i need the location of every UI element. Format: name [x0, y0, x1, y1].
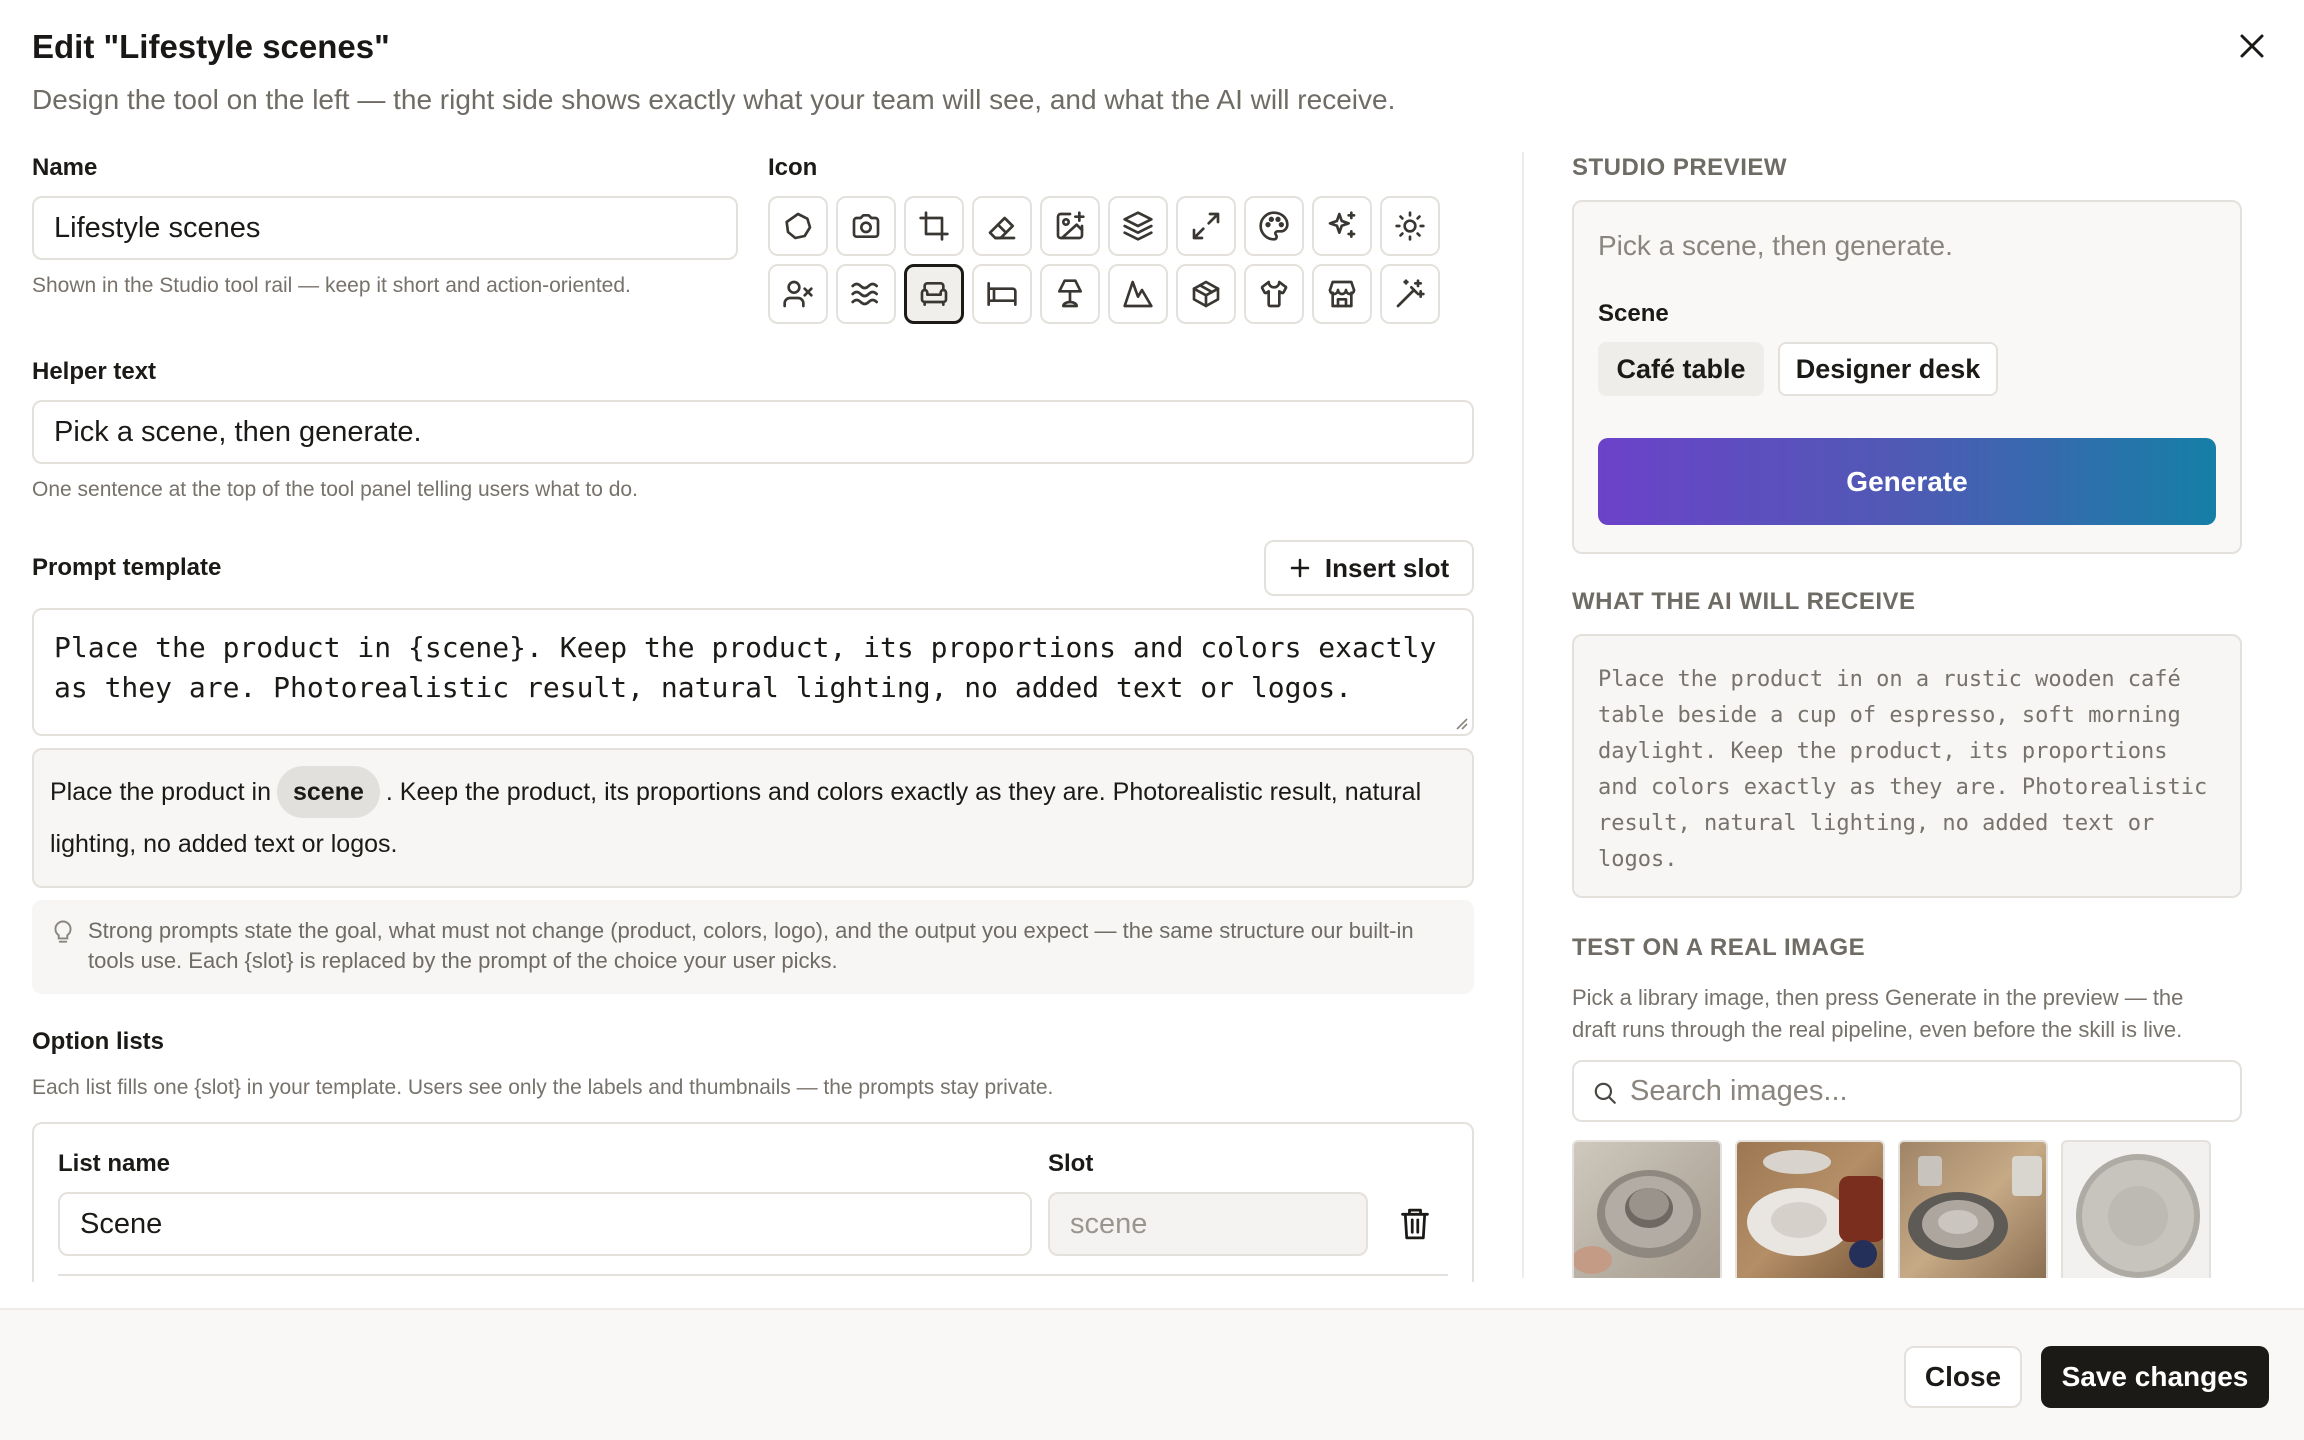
helper-input-value: Pick a scene, then generate. — [54, 415, 422, 448]
list-divider — [58, 1274, 1448, 1276]
name-hint: Shown in the Studio tool rail — keep it … — [32, 274, 631, 297]
save-changes-button[interactable]: Save changes — [2041, 1346, 2269, 1408]
expand-icon[interactable] — [1176, 196, 1236, 256]
option-lists-label: Option lists — [32, 1028, 164, 1055]
palette-icon[interactable] — [1244, 196, 1304, 256]
icon-label: Icon — [768, 154, 818, 181]
prompt-label: Prompt template — [32, 554, 222, 581]
prompt-template-line-1: Place the product in {scene}. Keep the p… — [54, 631, 1437, 664]
sun-icon[interactable] — [1380, 196, 1440, 256]
studio-helper-text: Pick a scene, then generate. — [1598, 230, 1953, 261]
dialog-subtitle: Design the tool on the left — the right … — [32, 84, 1396, 115]
dialog-title: Edit "Lifestyle scenes" — [32, 28, 390, 65]
scene-option-designer-desk[interactable]: Designer desk — [1778, 342, 1998, 396]
slot-label: Slot — [1048, 1150, 1094, 1177]
edit-tool-dialog: Edit "Lifestyle scenes" Design the tool … — [0, 0, 2304, 1440]
ai-receive-line: table beside a cup of espresso, soft mor… — [1598, 703, 2181, 728]
helper-label: Helper text — [32, 358, 157, 385]
mountain-icon[interactable] — [1108, 264, 1168, 324]
column-divider — [1522, 152, 1524, 1278]
waves-icon[interactable] — [836, 264, 896, 324]
library-image-thumbnail[interactable] — [1735, 1140, 1885, 1278]
layers-icon[interactable] — [1108, 196, 1168, 256]
helper-hint: One sentence at the top of the tool pane… — [32, 478, 638, 501]
studio-preview-heading: STUDIO PREVIEW — [1572, 154, 1788, 181]
armchair-icon[interactable] — [904, 264, 964, 324]
close-icon[interactable] — [2232, 26, 2272, 66]
prompt-template-line-2: as they are. Photorealistic result, natu… — [54, 671, 1353, 704]
trash-icon[interactable] — [1398, 1206, 1432, 1242]
crop-icon[interactable] — [904, 196, 964, 256]
prompt-preview-before: Place the product in — [50, 778, 271, 806]
name-label: Name — [32, 154, 98, 181]
library-image-thumbnail[interactable] — [2061, 1140, 2211, 1278]
ai-receive-line: result, natural lighting, no added text … — [1598, 811, 2155, 836]
sparkles-icon[interactable] — [1312, 196, 1372, 256]
prompt-preview: Place the product in scene. Keep the prod… — [32, 748, 1474, 888]
image-search-placeholder: Search images... — [1630, 1074, 1848, 1107]
eraser-icon[interactable] — [972, 196, 1032, 256]
plus-icon — [1290, 558, 1310, 578]
library-image-thumbnail[interactable] — [1572, 1140, 1722, 1278]
slot-chip: scene — [276, 766, 380, 818]
test-image-hint-line-2: draft runs through the real pipeline, ev… — [1572, 1017, 2183, 1042]
test-image-hint-line-1: Pick a library image, then press Generat… — [1572, 985, 2184, 1010]
box-icon[interactable] — [1176, 264, 1236, 324]
ai-receive-heading: WHAT THE AI WILL RECEIVE — [1572, 588, 1916, 615]
insert-slot-label: Insert slot — [1324, 552, 1450, 583]
prompt-template-textarea[interactable]: Place the product in {scene}. Keep the p… — [32, 608, 1474, 736]
ai-receive-line: daylight. Keep the product, its proporti… — [1598, 739, 2168, 764]
ai-receive-line: Place the product in on a rustic wooden … — [1598, 667, 2181, 692]
lightbulb-icon — [54, 920, 72, 943]
magic-wand-icon[interactable] — [1380, 264, 1440, 324]
prompt-tip: Strong prompts state the goal, what must… — [32, 900, 1474, 994]
slot-input: scene — [1048, 1192, 1368, 1256]
option-lists-hint: Each list fills one {slot} in your templ… — [32, 1076, 1054, 1099]
icon-picker — [768, 196, 1440, 324]
camera-icon[interactable] — [836, 196, 896, 256]
scene-option-cafe-table[interactable]: Café table — [1598, 342, 1764, 396]
bed-icon[interactable] — [972, 264, 1032, 324]
library-image-thumbnail[interactable] — [1898, 1140, 2048, 1278]
ai-receive-line: logos. — [1598, 847, 1678, 872]
circle-icon[interactable] — [768, 196, 828, 256]
list-name-value: Scene — [80, 1207, 163, 1240]
slot-value: scene — [1070, 1207, 1148, 1240]
ai-receive-box: Place the product in on a rustic wooden … — [1572, 634, 2242, 898]
insert-slot-button[interactable]: Insert slot — [1264, 540, 1474, 596]
studio-scene-label: Scene — [1598, 300, 1669, 327]
search-icon — [1594, 1082, 1616, 1104]
prompt-tip-text: Strong prompts state the goal, what must… — [88, 918, 1414, 973]
image-plus-icon[interactable] — [1040, 196, 1100, 256]
image-search-input[interactable]: Search images... — [1572, 1060, 2242, 1122]
test-image-heading: TEST ON A REAL IMAGE — [1572, 934, 1866, 961]
close-button[interactable]: Close — [1904, 1346, 2022, 1408]
name-input[interactable]: Lifestyle scenes — [32, 196, 738, 260]
list-name-label: List name — [58, 1150, 171, 1177]
list-name-input[interactable]: Scene — [58, 1192, 1032, 1256]
generate-button[interactable]: Generate — [1598, 438, 2216, 525]
name-input-value: Lifestyle scenes — [54, 211, 261, 244]
shirt-icon[interactable] — [1244, 264, 1304, 324]
lamp-icon[interactable] — [1040, 264, 1100, 324]
helper-input[interactable]: Pick a scene, then generate. — [32, 400, 1474, 464]
resize-handle-icon[interactable] — [1452, 714, 1468, 730]
user-x-icon[interactable] — [768, 264, 828, 324]
ai-receive-line: and colors exactly as they are. Photorea… — [1598, 775, 2208, 800]
store-icon[interactable] — [1312, 264, 1372, 324]
test-image-hint: Pick a library image, then press Generat… — [1572, 982, 2183, 1046]
